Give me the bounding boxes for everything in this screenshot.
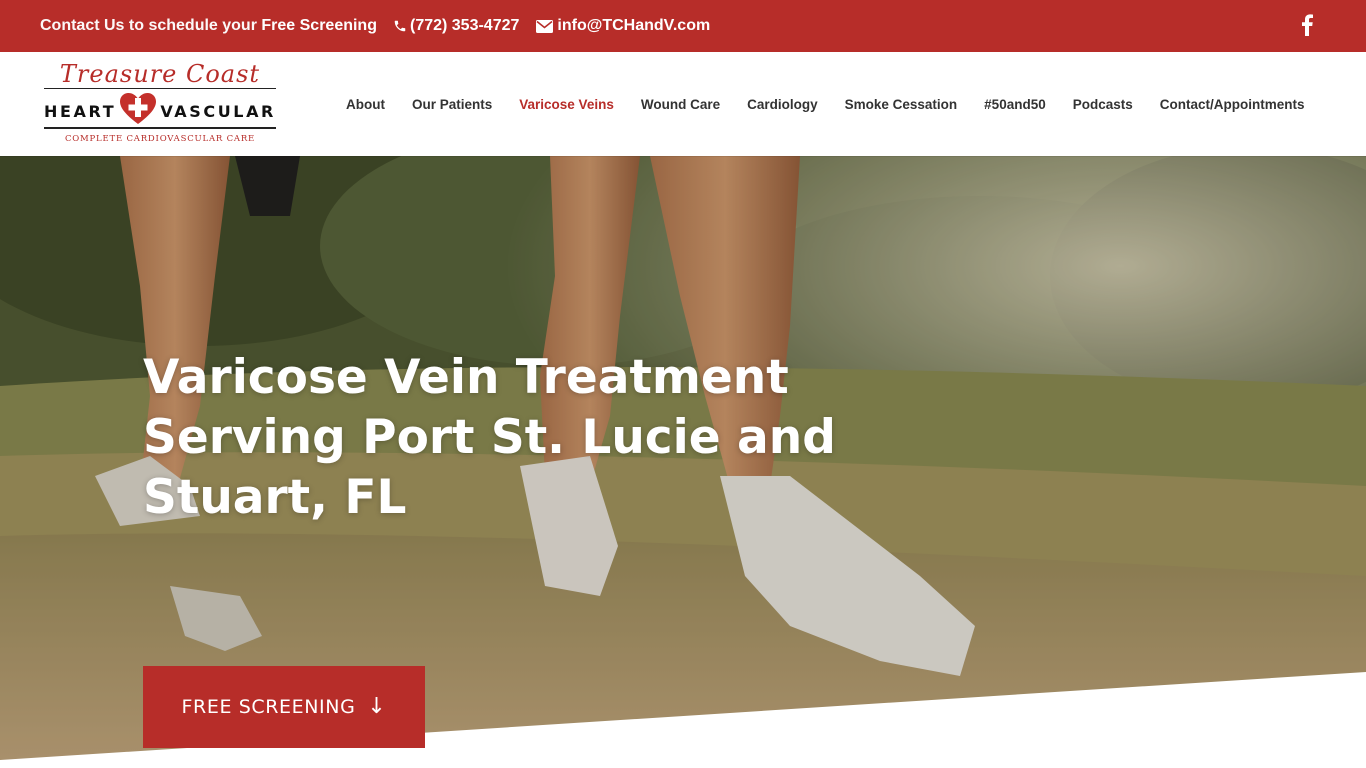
logo-word-heart: HEART [44,101,117,121]
email-link[interactable]: info@TCHandV.com [536,17,710,35]
facebook-icon[interactable] [1300,14,1314,36]
phone-icon [393,19,407,33]
nav-item-cardiology[interactable]: Cardiology [747,97,818,112]
nav-item-varicose-veins[interactable]: Varicose Veins [519,97,614,112]
hero-title-line-2: Serving Port St. Lucie and [143,410,836,465]
email-address: info@TCHandV.com [557,17,711,34]
heart-cross-icon [120,92,157,130]
logo-rule-top [44,88,276,89]
promo-strong-text: Free Screening [261,17,377,34]
contact-info: (772) 353-4727 info@TCHandV.com [393,17,710,35]
site-logo[interactable]: Treasure Coast HEART VASCULAR COMPLETE C… [42,58,278,150]
free-screening-button[interactable]: FREE SCREENING ↓ [143,666,425,748]
nav-item-about[interactable]: About [346,97,385,112]
nav-item-50and50[interactable]: #50and50 [984,97,1046,112]
nav-item-smoke-cessation[interactable]: Smoke Cessation [845,97,958,112]
nav-item-our-patients[interactable]: Our Patients [412,97,492,112]
logo-tagline: COMPLETE CARDIOVASCULAR CARE [64,134,256,144]
nav-item-contact-appointments[interactable]: Contact/Appointments [1160,97,1305,112]
arrow-down-icon: ↓ [367,694,387,719]
nav-item-podcasts[interactable]: Podcasts [1073,97,1133,112]
hero-title: Varicose Vein Treatment Serving Port St.… [143,348,863,528]
top-contact-bar: Contact Us to schedule your Free Screeni… [0,0,1366,52]
logo-script-text: Treasure Coast [59,60,261,88]
logo-rule-bottom [44,127,276,129]
envelope-icon [536,19,554,33]
hero-title-line-3: Stuart, FL [143,470,407,525]
free-screening-label: FREE SCREENING [181,696,356,718]
logo-wordmark: HEART VASCULAR [44,92,276,125]
phone-link[interactable]: (772) 353-4727 [393,17,519,35]
screening-promo: Contact Us to schedule your Free Screeni… [40,17,377,35]
hero-section: Varicose Vein Treatment Serving Port St.… [0,156,1366,768]
hero-title-line-1: Varicose Vein Treatment [143,350,789,405]
phone-number: (772) 353-4727 [409,17,520,34]
nav-item-wound-care[interactable]: Wound Care [641,97,720,112]
logo-word-vascular: VASCULAR [160,101,276,121]
site-header: Treasure Coast HEART VASCULAR COMPLETE C… [0,52,1366,156]
main-nav: About Our Patients Varicose Veins Wound … [346,52,1305,156]
promo-text: Contact Us to schedule your [40,17,257,34]
